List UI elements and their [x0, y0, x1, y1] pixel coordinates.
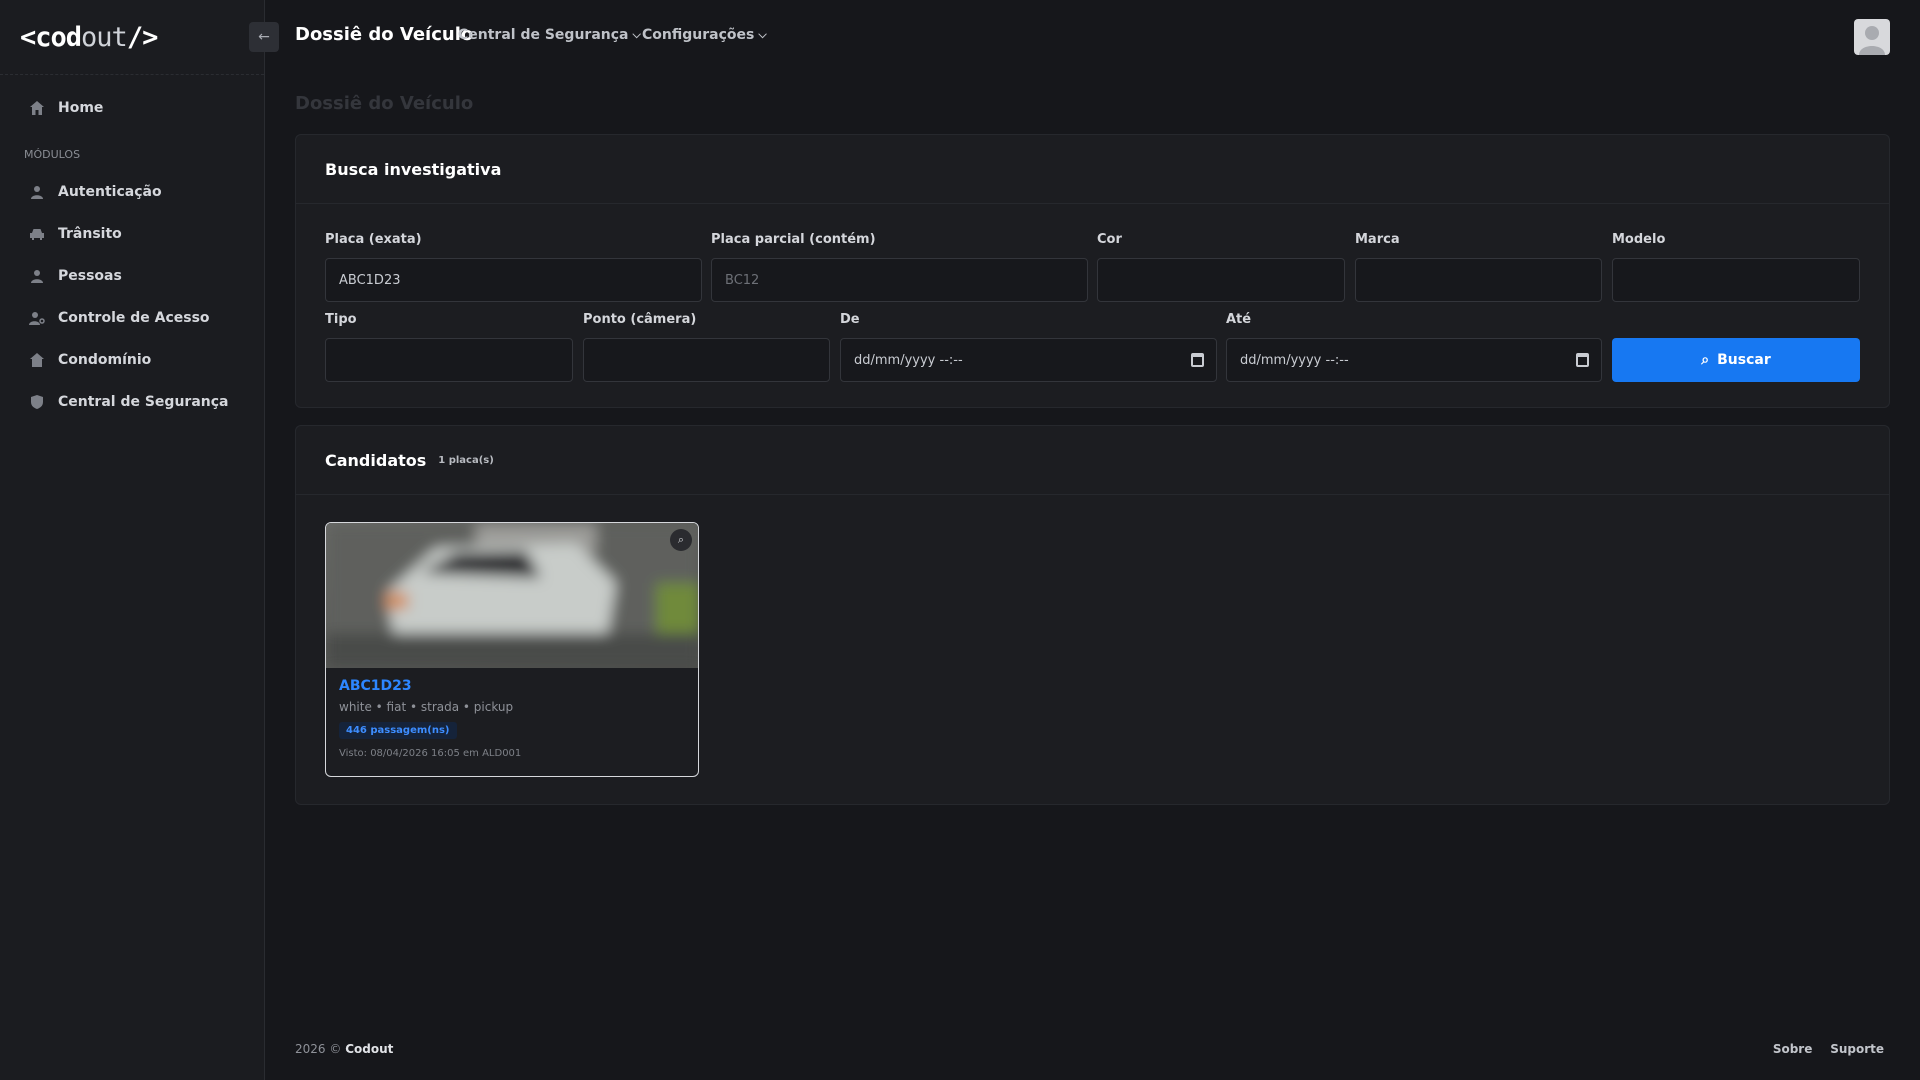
logo-text-out: out: [81, 21, 128, 53]
placa-parcial-label: Placa parcial (contém): [711, 232, 876, 247]
modelo-label: Modelo: [1612, 232, 1666, 247]
sidebar-item-label: Autenticação: [58, 184, 162, 200]
candidates-title: Candidatos: [325, 450, 427, 470]
search-card-title: Busca investigativa: [325, 159, 502, 179]
placa-parcial-input[interactable]: BC12: [711, 258, 1088, 302]
de-datetime-input[interactable]: dd/mm/yyyy --:--: [840, 338, 1217, 382]
vehicle-plate-link[interactable]: ABC1D23: [339, 678, 412, 694]
placa-exata-label: Placa (exata): [325, 232, 422, 247]
zoom-icon[interactable]: ⌕: [670, 529, 692, 551]
home-icon: [28, 99, 46, 117]
footer-company-link[interactable]: Codout: [345, 1042, 393, 1056]
avatar[interactable]: [1854, 19, 1890, 55]
passes-badge: 446 passagem(ns): [339, 722, 457, 739]
sidebar-item-label: Pessoas: [58, 268, 122, 284]
sidebar-item-controle-acesso[interactable]: Controle de Acesso: [0, 297, 264, 339]
calendar-icon[interactable]: [1576, 353, 1589, 367]
building-icon: [28, 351, 46, 369]
ate-placeholder: dd/mm/yyyy --:--: [1240, 352, 1349, 368]
tipo-input[interactable]: [325, 338, 573, 382]
cor-input[interactable]: [1097, 258, 1345, 302]
page-title: Dossiê do Veículo: [295, 93, 474, 114]
sidebar-section-label: MÓDULOS: [24, 148, 81, 161]
vehicle-candidate-card[interactable]: ⌕ ABC1D23 white • fiat • strada • pickup…: [325, 522, 699, 777]
sidebar-item-pessoas[interactable]: Pessoas: [0, 255, 264, 297]
tipo-label: Tipo: [325, 312, 357, 327]
placa-exata-input[interactable]: ABC1D23: [325, 258, 702, 302]
buscar-button[interactable]: ⌕ Buscar: [1612, 338, 1860, 382]
footer: 2026 © Codout Sobre Suporte: [295, 1042, 1884, 1056]
shield-icon: [28, 393, 46, 411]
car-icon: [28, 225, 46, 243]
arrow-left-icon: ←: [258, 29, 270, 45]
header-title: Dossiê do Veículo: [295, 24, 474, 45]
sidebar-nav: Home MÓDULOS Autenticação Trânsito Pesso…: [0, 75, 264, 423]
search-icon: ⌕: [1701, 352, 1710, 368]
vehicle-meta: white • fiat • strada • pickup: [339, 700, 514, 714]
footer-link-sobre[interactable]: Sobre: [1773, 1042, 1813, 1056]
logo-text-main: <cod: [20, 21, 82, 53]
de-label: De: [840, 312, 860, 327]
candidates-count-badge: 1 placa(s): [438, 454, 494, 466]
marca-input[interactable]: [1355, 258, 1602, 302]
sidebar-item-transito[interactable]: Trânsito: [0, 213, 264, 255]
de-placeholder: dd/mm/yyyy --:--: [854, 352, 963, 368]
logo-text-end: />: [126, 21, 159, 53]
vehicle-photo: ⌕: [326, 523, 698, 668]
sidebar-item-central-seguranca[interactable]: Central de Segurança: [0, 381, 264, 423]
ate-label: Até: [1226, 312, 1252, 327]
sidebar-item-label: Central de Segurança: [58, 394, 229, 410]
menu-label: Configurações: [642, 27, 755, 43]
ate-datetime-input[interactable]: dd/mm/yyyy --:--: [1226, 338, 1602, 382]
ponto-input[interactable]: [583, 338, 830, 382]
sidebar-item-label: Home: [58, 100, 104, 116]
modelo-input[interactable]: [1612, 258, 1860, 302]
ponto-label: Ponto (câmera): [583, 312, 697, 327]
person-icon: [28, 267, 46, 285]
footer-links: Sobre Suporte: [1759, 1042, 1884, 1056]
footer-year: 2026 ©: [295, 1042, 342, 1056]
sidebar-item-home[interactable]: Home: [0, 87, 264, 129]
brand-logo[interactable]: <cod out/>: [0, 0, 264, 75]
sidebar-item-label: Trânsito: [58, 226, 122, 242]
footer-link-suporte[interactable]: Suporte: [1830, 1042, 1884, 1056]
vehicle-last-seen: Visto: 08/04/2026 16:05 em ALD001: [339, 748, 522, 759]
sidebar-item-autenticacao[interactable]: Autenticação: [0, 171, 264, 213]
user-icon: [28, 183, 46, 201]
sidebar-item-condominio[interactable]: Condomínio: [0, 339, 264, 381]
sidebar: <cod out/> Home MÓDULOS Autenticação Trân…: [0, 0, 265, 1080]
marca-label: Marca: [1355, 232, 1400, 247]
footer-copyright: 2026 © Codout: [295, 1042, 393, 1056]
calendar-icon[interactable]: [1191, 353, 1204, 367]
sidebar-item-label: Condomínio: [58, 352, 152, 368]
user-key-icon: [28, 309, 46, 327]
chevron-down-icon: ⌵: [632, 28, 641, 41]
menu-configuracoes[interactable]: Configurações ⌵: [642, 27, 767, 43]
vehicle-photo-blur: [326, 523, 698, 668]
user-avatar-icon: [1859, 26, 1885, 55]
search-card-header: Busca investigativa: [296, 135, 1889, 204]
chevron-down-icon: ⌵: [758, 28, 767, 41]
buscar-button-label: Buscar: [1717, 352, 1771, 368]
cor-label: Cor: [1097, 232, 1122, 247]
sidebar-item-label: Controle de Acesso: [58, 310, 210, 326]
menu-label: Central de Segurança: [458, 27, 629, 43]
sidebar-toggle-button[interactable]: ←: [249, 22, 279, 52]
menu-central-seguranca[interactable]: Central de Segurança ⌵: [458, 27, 641, 43]
candidates-card-header: Candidatos 1 placa(s): [296, 426, 1889, 495]
